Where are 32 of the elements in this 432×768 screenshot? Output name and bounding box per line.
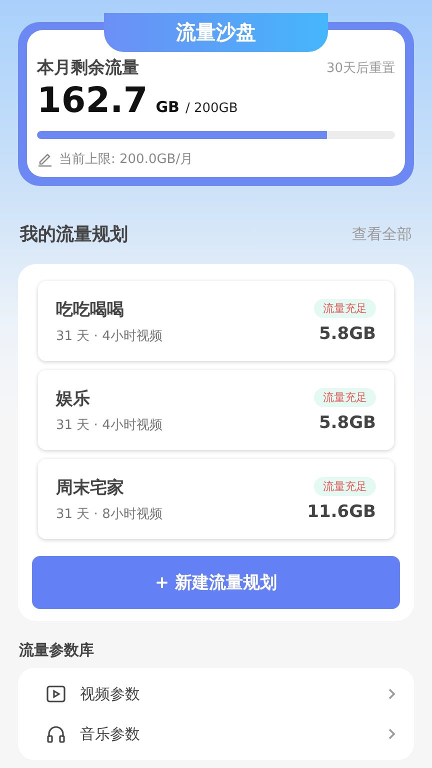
plan-detail: 31 天 · 4小时视频 bbox=[56, 328, 162, 344]
remaining-amount: 162.7 bbox=[37, 81, 148, 121]
limit-text: 当前上限: 200.0GB/月 bbox=[59, 151, 194, 168]
remaining-label: 本月剩余流量 bbox=[37, 57, 139, 79]
plan-name: 娱乐 bbox=[56, 388, 91, 410]
plan-card[interactable]: 娱乐 31 天 · 4小时视频 流量充足 5.8GB bbox=[38, 370, 394, 450]
card-title: 流量沙盘 bbox=[104, 13, 328, 52]
plan-card[interactable]: 吃吃喝喝 31 天 · 4小时视频 流量充足 5.8GB bbox=[38, 281, 394, 361]
plan-size: 5.8GB bbox=[318, 324, 376, 344]
status-badge: 流量充足 bbox=[314, 298, 376, 318]
headphones-icon bbox=[46, 724, 66, 744]
plan-card[interactable]: 周末宅家 31 天 · 8小时视频 流量充足 11.6GB bbox=[38, 459, 394, 539]
unit-label: GB bbox=[156, 98, 180, 116]
plan-detail: 31 天 · 8小时视频 bbox=[56, 506, 162, 522]
chevron-icon bbox=[388, 728, 396, 740]
section-title: 我的流量规划 bbox=[20, 223, 128, 246]
section-title: 流量参数库 bbox=[18, 641, 95, 660]
plan-size: 11.6GB bbox=[307, 502, 376, 522]
library-item[interactable]: 音乐参数 bbox=[18, 714, 414, 754]
plan-name: 吃吃喝喝 bbox=[56, 298, 125, 320]
status-badge: 流量充足 bbox=[314, 476, 376, 496]
library-item[interactable]: 视频参数 bbox=[18, 674, 414, 714]
play-icon bbox=[46, 684, 66, 704]
pencil-icon[interactable] bbox=[37, 151, 53, 167]
plan-size: 5.8GB bbox=[318, 412, 376, 432]
plan-detail: 31 天 · 4小时视频 bbox=[56, 416, 162, 434]
new-plan-button[interactable]: + 新建流量规划 bbox=[32, 556, 400, 609]
plan-name: 周末宅家 bbox=[56, 476, 125, 498]
chevron-icon bbox=[388, 688, 396, 700]
reset-text: 30天后重置 bbox=[326, 60, 395, 76]
status-badge: 流量充足 bbox=[314, 388, 376, 406]
total-text: / 200GB bbox=[185, 101, 238, 116]
